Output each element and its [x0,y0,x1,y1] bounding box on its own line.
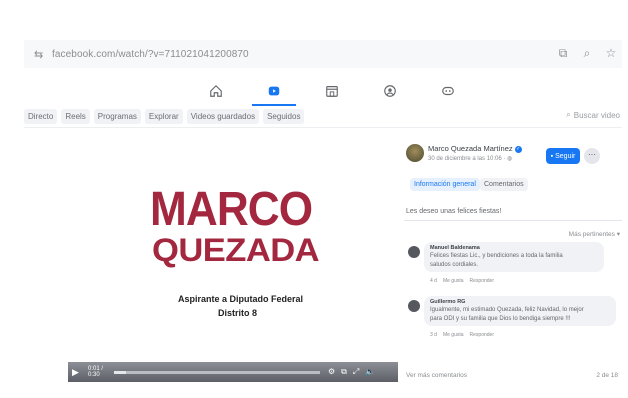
tab-videos-guardados[interactable]: Videos guardados [186,109,260,124]
comment-text-cont: saludos cordiales. [430,262,479,268]
video-info-panel: Marco Quezada Martínez ✓ 30 de diciembre … [404,140,622,386]
author-name[interactable]: Marco Quezada Martínez ✓ [428,144,522,153]
video-subtitle-line1: Aspirante a Diputado Federal [178,294,304,304]
follow-icon: ▪ [550,152,554,160]
zoom-icon[interactable]: ⌕ [580,46,594,61]
video-progress-bar[interactable] [114,370,320,374]
search-icon: ⌕ [566,110,571,119]
video-progress-fill [114,370,127,374]
pip-icon[interactable]: ⧉ [341,367,347,377]
video-player[interactable]: MARCO QUEZADA Aspirante a Diputado Feder… [68,148,398,384]
address-bar-actions: ⧉ ⌕ ☆ [556,46,618,61]
comment-like-button[interactable]: Me gusta [443,278,464,284]
comment-count: 2 de 18 [596,372,618,379]
tab-seguidos[interactable]: Seguidos [263,109,305,124]
address-bar[interactable]: ⇆ facebook.com/watch/?v=711021041200870 … [24,40,622,68]
comment-bubble: Guillermo RG Igualmente, mi estimado Que… [424,296,616,326]
top-navigation [204,80,460,106]
browser-window: ⇆ facebook.com/watch/?v=711021041200870 … [24,36,622,390]
gaming-icon [442,86,454,96]
nav-home[interactable] [204,80,228,102]
tab-informacion-general[interactable]: Información general [410,178,480,191]
watch-icon [268,86,280,96]
nav-watch[interactable] [252,80,296,106]
comment-text: Igualmente, mi estimado Quezada, feliz N… [430,307,584,313]
follow-label: Seguir [555,152,576,160]
verified-badge-icon: ✓ [514,145,522,153]
author-name-text[interactable]: Marco Quezada Martínez [428,144,513,153]
comment-bubble: Manuel Baldenama Felices fiestas Lic., y… [424,242,604,272]
tab-directo[interactable]: Directo [24,109,58,124]
video-time: 0:01 / 0:30 [88,366,104,378]
more-options-button[interactable]: ··· [584,148,600,164]
commenter-avatar[interactable] [408,246,420,258]
video-subtitle-line2: Distrito 8 [218,308,258,318]
video-search[interactable]: ⌕ Buscar video [566,110,620,120]
nav-gaming[interactable] [436,80,460,102]
volume-icon[interactable]: 🔈 [365,367,375,377]
tab-comentarios[interactable]: Comentarios [480,178,528,191]
home-icon [210,84,222,97]
site-settings-icon[interactable]: ⇆ [34,48,48,61]
comment-reply-button[interactable]: Responder [470,278,494,284]
video-controls: ▶ 0:01 / 0:30 ⚙ ⧉ ⤢ 🔈 [68,362,398,382]
comment-text: Felices fiestas Lic., y bendiciones a to… [430,253,563,259]
nav-groups[interactable] [378,80,402,102]
tab-programas[interactable]: Programas [93,109,141,124]
marketplace-icon [326,86,338,97]
tab-explorar[interactable]: Explorar [144,109,183,124]
commenter-avatar[interactable] [408,300,420,312]
nav-marketplace[interactable] [320,80,344,102]
url-text[interactable]: facebook.com/watch/?v=711021041200870 [52,49,249,60]
post-date-text: 30 de diciembre a las 10:06 · [428,156,508,162]
comment-like-button[interactable]: Me gusta [443,332,464,338]
watch-tabs: Directo Reels Programas Explorar Videos … [24,106,622,128]
video-control-icons: ⚙ ⧉ ⤢ 🔈 [328,367,375,377]
post-date: 30 de diciembre a las 10:06 · ◍ [428,155,512,162]
view-more-comments-link[interactable]: Ver más comentarios [406,372,467,379]
groups-icon [384,85,396,97]
comment-time: 4 d [430,278,437,284]
comment-text-cont: para ODI y su familia que Dios lo bendig… [430,316,571,322]
divider [404,220,622,221]
author-avatar[interactable] [406,144,424,162]
comment-actions: 4 d Me gusta Responder [430,278,494,284]
comment-time: 3 d [430,332,437,338]
play-icon[interactable]: ▶ [72,367,86,378]
follow-button[interactable]: ▪ Seguir [546,148,580,164]
settings-icon[interactable]: ⚙ [328,367,335,377]
bookmark-star-icon[interactable]: ☆ [604,46,618,61]
comment-actions: 3 d Me gusta Responder [430,332,494,338]
video-title-line1: MARCO [150,183,313,236]
commenter-name[interactable]: Manuel Baldenama [430,245,598,251]
install-app-icon[interactable]: ⧉ [556,46,570,61]
fullscreen-icon[interactable]: ⤢ [353,367,359,377]
post-description: Les deseo unas felices fiestas! [406,208,502,215]
video-title-line2: QUEZADA [152,232,320,268]
comment-sort-dropdown[interactable]: Más pertinentes ▾ [569,230,620,238]
comment-reply-button[interactable]: Responder [470,332,494,338]
tab-reels[interactable]: Reels [61,109,90,124]
search-placeholder: Buscar video [573,110,620,120]
commenter-name[interactable]: Guillermo RG [430,299,610,305]
public-globe-icon: ◍ [507,156,513,162]
